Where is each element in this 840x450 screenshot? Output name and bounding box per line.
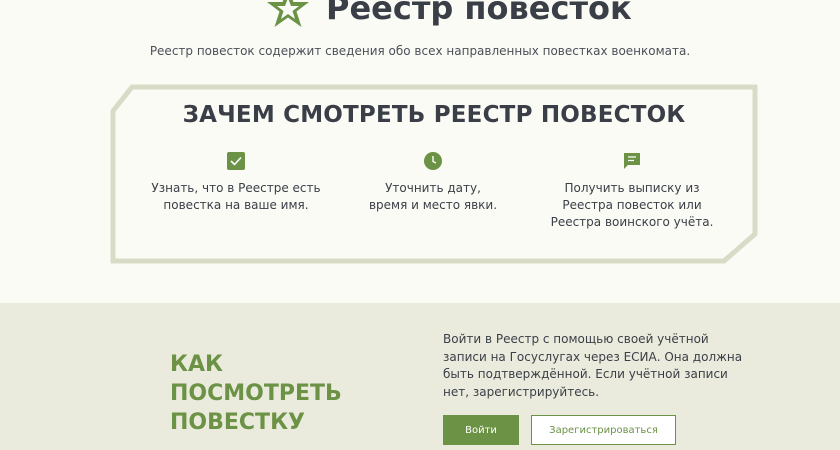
check-square-icon [227,152,245,170]
why-section-title: ЗАЧЕМ СМОТРЕТЬ РЕЕСТР ПОВЕСТОК [182,102,686,128]
page-title: Реестр повесток [326,0,632,27]
how-section-title: КАК ПОСМОТРЕТЬ ПОВЕСТКУ [170,352,342,435]
feature-item-message: Получить выписку из Реестра повесток или… [532,152,732,231]
clock-icon [424,152,442,170]
feature-text: Уточнить дату, время и место явки. [368,181,498,212]
how-section: КАК ПОСМОТРЕТЬ ПОВЕСТКУ Войти в Реестр с… [0,303,840,450]
star-logo-icon [267,0,309,27]
feature-item-check: Узнать, что в Реестре есть повестка на в… [136,152,336,214]
page-header: Реестр повесток [0,0,840,40]
login-button[interactable]: Войти [443,415,519,445]
page-subtitle: Реестр повесток содержит сведения обо вс… [149,44,691,58]
message-icon [624,153,640,169]
register-button[interactable]: Зарегистрироваться [531,415,676,445]
feature-text: Узнать, что в Реестре есть повестка на в… [151,181,321,212]
feature-item-clock: Уточнить дату, время и место явки. [333,152,533,214]
how-section-description: Войти в Реестр с помощью своей учётной з… [443,332,743,399]
feature-text: Получить выписку из Реестра повесток или… [550,181,714,229]
